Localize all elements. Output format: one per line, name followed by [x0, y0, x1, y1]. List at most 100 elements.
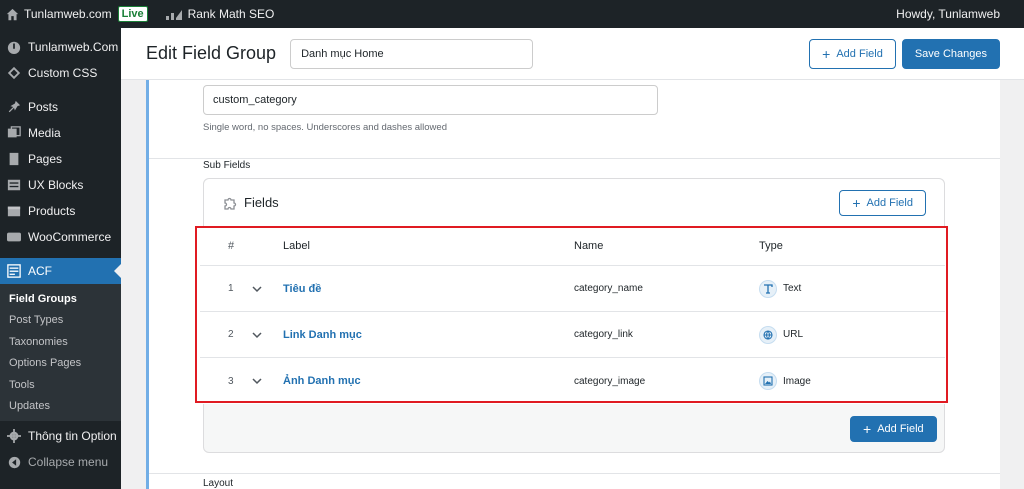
collapse-label: Collapse menu [28, 455, 109, 469]
css-icon [6, 65, 22, 81]
divider [149, 473, 1000, 474]
sidebar-item-products[interactable]: Products [0, 198, 121, 224]
sub-fields-header: Fields + Add Field [204, 179, 944, 227]
rank-math-link[interactable]: Rank Math SEO [160, 0, 281, 28]
table-row[interactable]: 1 Tiêu đề category_name Text [200, 266, 945, 312]
media-icon [6, 125, 22, 141]
save-changes-button[interactable]: Save Changes [901, 38, 1000, 69]
acf-icon [6, 263, 22, 279]
chevron-down-icon[interactable] [252, 284, 283, 294]
col-num-header: # [228, 239, 235, 252]
row-number: 2 [228, 329, 234, 340]
sidebar-item-label: Pages [28, 152, 63, 166]
sidebar-item-label: Media [28, 126, 61, 140]
rank-math-icon [165, 8, 182, 20]
row-name: category_image [574, 375, 646, 387]
admin-sidebar: Tunlamweb.Com Custom CSS Posts Media Pag… [0, 28, 121, 489]
chevron-down-icon[interactable] [252, 330, 283, 340]
button-label: Add Field [877, 423, 924, 435]
button-label: Save Changes [914, 47, 987, 60]
table-row[interactable]: 3 Ảnh Danh mục category_image Image [200, 358, 945, 404]
collapse-menu[interactable]: Collapse menu [0, 449, 121, 475]
row-type: Image [783, 375, 811, 387]
pages-icon [6, 151, 22, 167]
sidebar-item-posts[interactable]: Posts [0, 94, 121, 120]
image-type-icon [759, 372, 777, 390]
collapse-icon [6, 454, 22, 470]
button-label: Add Field [866, 196, 913, 209]
site-link[interactable]: Tunlamweb.com Live [0, 0, 154, 28]
sidebar-item-label: ACF [28, 264, 52, 278]
sub-fields-label: Sub Fields [203, 160, 251, 171]
sidebar-item-woocommerce[interactable]: WooCommerce [0, 224, 121, 250]
field-name-input[interactable]: custom_category [203, 85, 658, 115]
field-name-hint: Single word, no spaces. Underscores and … [203, 122, 447, 133]
plus-icon: + [863, 421, 872, 437]
divider [149, 158, 1000, 159]
sidebar-item-label: UX Blocks [28, 178, 84, 192]
products-icon [6, 203, 22, 219]
sidebar-item-label: Products [28, 204, 76, 218]
sidebar-item-label: Tunlamweb.Com [28, 40, 119, 54]
page-title: Edit Field Group [146, 43, 277, 63]
group-title-input[interactable] [290, 38, 534, 69]
woo-icon [6, 229, 22, 245]
col-label-header: Label [283, 239, 310, 252]
sub-fields-table: # Label Name Type 1 Tiêu đề category_nam… [200, 226, 945, 404]
url-type-icon [759, 325, 777, 344]
col-type-header: Type [759, 239, 783, 252]
table-header: # Label Name Type [200, 226, 945, 266]
row-number: 1 [228, 283, 234, 294]
row-name: category_name [574, 283, 643, 294]
pin-icon [6, 99, 22, 115]
header-add-field-button[interactable]: + Add Field [809, 38, 896, 69]
rank-math-label: Rank Math SEO [187, 7, 275, 21]
dashboard-icon [6, 39, 22, 55]
site-name: Tunlamweb.com [24, 7, 112, 21]
bottom-add-field-button[interactable]: + Add Field [850, 416, 937, 442]
sidebar-item-custom-css[interactable]: Custom CSS [0, 60, 121, 86]
home-icon [6, 8, 19, 21]
sidebar-item-label: WooCommerce [28, 230, 112, 244]
blocks-icon [6, 177, 22, 193]
plus-icon: + [852, 194, 861, 211]
gear-icon [6, 428, 22, 444]
row-type: URL [783, 329, 804, 340]
table-row[interactable]: 2 Link Danh mục category_link URL [200, 312, 945, 358]
row-label-link[interactable]: Tiêu đề [283, 283, 574, 295]
puzzle-icon [222, 195, 238, 211]
submenu-taxonomies[interactable]: Taxonomies [0, 331, 121, 353]
sidebar-item-label: Posts [28, 100, 59, 114]
row-name: category_link [574, 329, 633, 340]
button-label: Add Field [836, 47, 883, 60]
sidebar-item-media[interactable]: Media [0, 120, 121, 146]
row-label-link[interactable]: Ảnh Danh mục [283, 375, 574, 387]
submenu-field-groups[interactable]: Field Groups [0, 288, 121, 310]
submenu-options-pages[interactable]: Options Pages [0, 353, 121, 375]
sidebar-item-pages[interactable]: Pages [0, 146, 121, 172]
submenu-post-types[interactable]: Post Types [0, 310, 121, 332]
chevron-down-icon[interactable] [252, 376, 283, 386]
acf-submenu: Field Groups Post Types Taxonomies Optio… [0, 284, 121, 421]
row-number: 3 [228, 375, 234, 387]
row-label-link[interactable]: Link Danh mục [283, 329, 574, 341]
col-name-header: Name [574, 239, 604, 252]
howdy-user[interactable]: Howdy, Tunlamweb [890, 0, 1024, 28]
sidebar-item-dashboard[interactable]: Tunlamweb.Com [0, 34, 121, 60]
page-header: Edit Field Group + Add Field Save Change… [121, 28, 1024, 80]
row-type: Text [783, 283, 802, 294]
admin-bar: Tunlamweb.com Live Rank Math SEO Howdy, … [0, 0, 1024, 28]
fields-title: Fields [244, 195, 279, 210]
sidebar-item-option[interactable]: Thông tin Option [0, 423, 121, 449]
sidebar-item-acf[interactable]: ACF [0, 258, 121, 284]
layout-label: Layout [203, 478, 234, 489]
live-badge: Live [117, 6, 148, 22]
plus-icon: + [822, 45, 831, 62]
submenu-tools[interactable]: Tools [0, 374, 121, 396]
sidebar-item-ux-blocks[interactable]: UX Blocks [0, 172, 121, 198]
text-type-icon [759, 279, 777, 298]
sub-add-field-button[interactable]: + Add Field [839, 189, 926, 216]
sidebar-item-label: Thông tin Option [28, 429, 117, 443]
submenu-updates[interactable]: Updates [0, 396, 121, 418]
sidebar-item-label: Custom CSS [28, 66, 98, 80]
